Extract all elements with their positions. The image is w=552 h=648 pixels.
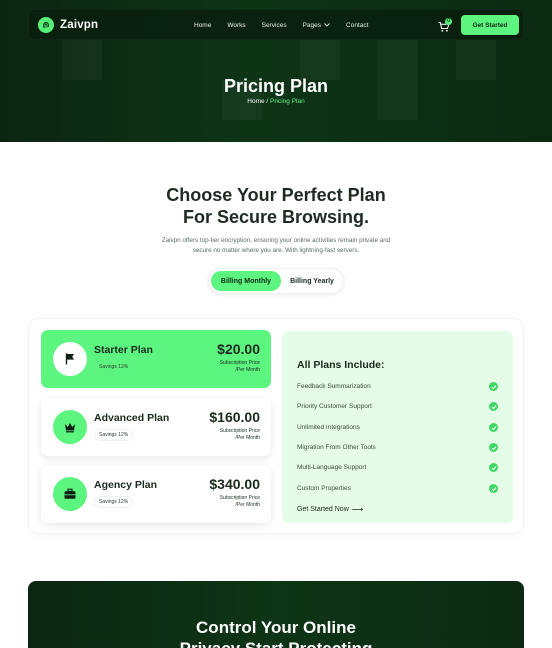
plan-price-note: Subscription Price /Per Month xyxy=(220,495,260,509)
plan-name: Agency Plan xyxy=(94,479,158,491)
nav-contact[interactable]: Contact xyxy=(346,22,368,29)
plan-price-note-line1: Subscription Price xyxy=(219,495,260,501)
check-icon xyxy=(489,382,498,391)
nav-works[interactable]: Works xyxy=(227,22,245,29)
plan-price: $160.00 xyxy=(209,409,260,425)
nav-pages-label: Pages xyxy=(302,22,322,29)
banner-title-line1: Control Your Online xyxy=(196,618,356,637)
nav-links: Home Works Services Pages Contact xyxy=(194,10,384,41)
feature-label: Priority Customer Support xyxy=(297,403,372,410)
billing-monthly-button[interactable]: Billing Monthly xyxy=(211,271,281,291)
feature-item: Feedback Summarization xyxy=(297,381,498,393)
plan-price: $20.00 xyxy=(217,341,260,357)
navbar: Zaivpn Home Works Services Pages Contact… xyxy=(28,9,524,40)
feature-label: Multi-Language Support xyxy=(297,464,367,471)
plan-price-note-line1: Subscription Price xyxy=(219,360,260,366)
pricing-container: Starter Plan Savings 12% $20.00 Subscrip… xyxy=(28,318,524,534)
feature-label: Custom Properties xyxy=(297,485,351,492)
nav-home[interactable]: Home xyxy=(194,22,211,29)
feature-label: Migration From Other Tools xyxy=(297,444,376,451)
feature-item: Unlimited Integrations xyxy=(297,422,498,434)
banner-title: Control Your Online Privacy Start Protec… xyxy=(28,617,524,648)
check-icon xyxy=(489,484,498,493)
plan-price-note: Subscription Price /Per Month xyxy=(220,360,260,374)
savings-badge: Savings 12% xyxy=(94,496,134,508)
breadcrumb-home[interactable]: Home xyxy=(247,98,264,105)
plan-card-advanced[interactable]: Advanced Plan Savings 12% $160.00 Subscr… xyxy=(41,398,271,456)
plan-features-panel: All Plans Include: Feedback Summarizatio… xyxy=(282,331,513,523)
plan-card-agency[interactable]: Agency Plan Savings 12% $340.00 Subscrip… xyxy=(41,465,271,523)
plan-price-note-line2: /Per Month xyxy=(235,435,260,441)
flag-icon xyxy=(53,342,87,376)
hero-section: Zaivpn Home Works Services Pages Contact… xyxy=(0,0,552,142)
banner-title-line2: Privacy Start Protecting xyxy=(28,638,524,648)
billing-toggle: Billing Monthly Billing Yearly xyxy=(208,268,344,294)
chevron-down-icon xyxy=(324,22,330,29)
feature-item: Custom Properties xyxy=(297,483,498,495)
get-started-button[interactable]: Get Started xyxy=(461,15,519,35)
feature-item: Migration From Other Tools xyxy=(297,442,498,454)
decorative-square xyxy=(300,40,340,80)
plan-price: $340.00 xyxy=(209,476,260,492)
plan-name: Starter Plan xyxy=(94,344,153,356)
plan-price-note-line2: /Per Month xyxy=(235,502,260,508)
get-started-now-label: Get Started Now xyxy=(297,506,349,513)
crown-icon xyxy=(53,410,87,444)
breadcrumb-current: Pricing Plan xyxy=(270,98,305,105)
cta-banner: Control Your Online Privacy Start Protec… xyxy=(28,581,524,648)
feature-item: Multi-Language Support xyxy=(297,462,498,474)
section-description: Zaivpn offers top-tier encryption, ensur… xyxy=(161,237,391,254)
check-icon xyxy=(489,402,498,411)
feature-label: Feedback Summarization xyxy=(297,383,371,390)
decorative-square xyxy=(62,40,102,80)
section-heading-line2: For Secure Browsing. xyxy=(182,207,370,227)
logo[interactable]: Zaivpn xyxy=(38,17,98,33)
billing-yearly-button[interactable]: Billing Yearly xyxy=(283,271,341,291)
plan-price-note-line1: Subscription Price xyxy=(219,428,260,434)
section-heading-line1: Choose Your Perfect Plan xyxy=(166,185,386,205)
feature-label: Unlimited Integrations xyxy=(297,424,360,431)
savings-badge: Savings 12% xyxy=(94,429,134,441)
page-title: Pricing Plan xyxy=(223,76,329,96)
nav-services[interactable]: Services xyxy=(262,22,287,29)
plan-name: Advanced Plan xyxy=(94,412,170,424)
get-started-now-link[interactable]: Get Started Now ⟶ xyxy=(297,505,363,514)
breadcrumb: Home / Pricing Plan xyxy=(0,98,552,105)
section-heading: Choose Your Perfect Plan For Secure Brow… xyxy=(0,184,552,228)
plan-card-starter[interactable]: Starter Plan Savings 12% $20.00 Subscrip… xyxy=(41,330,271,388)
briefcase-icon xyxy=(53,477,87,511)
cart-count-badge: 0 xyxy=(445,18,452,25)
plan-price-note-line2: /Per Month xyxy=(235,367,260,373)
check-icon xyxy=(489,423,498,432)
features-title: All Plans Include: xyxy=(297,359,385,371)
savings-badge: Savings 12% xyxy=(94,361,134,373)
arrow-right-icon: ⟶ xyxy=(351,505,364,514)
nav-pages[interactable]: Pages xyxy=(303,22,330,29)
feature-item: Priority Customer Support xyxy=(297,401,498,413)
check-icon xyxy=(489,443,498,452)
plan-price-note: Subscription Price /Per Month xyxy=(220,428,260,442)
decorative-square xyxy=(456,40,496,80)
fingerprint-icon xyxy=(38,17,54,33)
brand-name: Zaivpn xyxy=(60,19,99,31)
check-icon xyxy=(489,463,498,472)
